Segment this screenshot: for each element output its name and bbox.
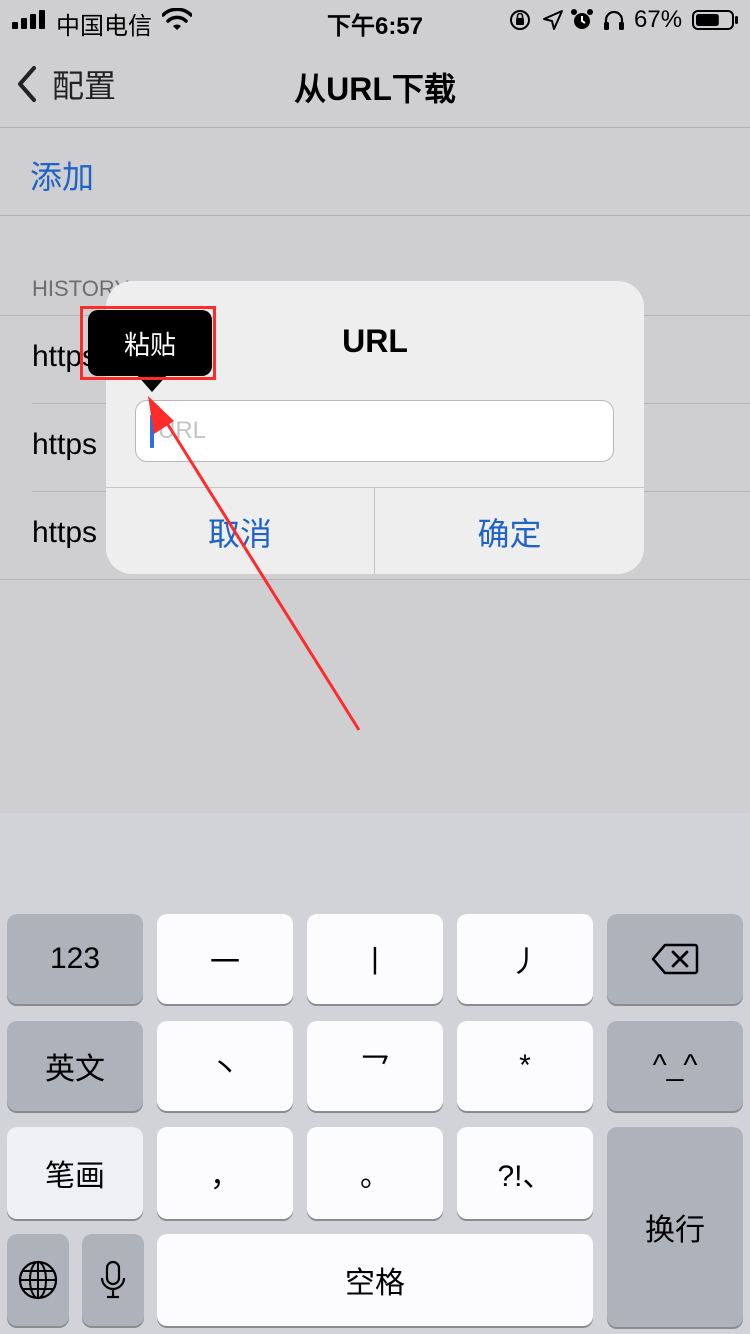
url-input[interactable] — [158, 411, 598, 451]
key-delete[interactable] — [607, 914, 743, 1004]
battery-percent: 67% — [634, 6, 683, 33]
add-label: 添加 — [30, 159, 95, 195]
alarm-icon — [571, 9, 593, 29]
page-title: 从URL下载 — [294, 71, 456, 107]
key-globe[interactable] — [7, 1234, 69, 1326]
history-item-label: https — [32, 516, 98, 549]
cancel-button[interactable]: 取消 — [106, 488, 375, 574]
text-cursor — [150, 415, 154, 448]
history-item-label: https — [32, 428, 98, 461]
battery-icon — [692, 10, 738, 30]
alert-button-row: 取消 确定 — [106, 487, 644, 574]
key-stroke-dot[interactable]: 丶 — [157, 1021, 293, 1111]
space-key[interactable]: 空格 — [157, 1234, 593, 1326]
key-stroke-left-falling[interactable]: 丿 — [457, 914, 593, 1004]
key-emoticon[interactable]: ^_^ — [607, 1021, 743, 1111]
add-row[interactable]: 添加 — [0, 128, 750, 216]
headphones-icon — [604, 10, 624, 30]
annotation-highlight-box — [80, 306, 216, 380]
key-stroke-horizontal[interactable]: 一 — [157, 914, 293, 1004]
navigation-bar: 配置 从URL下载 — [0, 42, 750, 128]
status-icons — [508, 8, 628, 32]
orientation-lock-icon — [510, 10, 530, 30]
key-stroke-vertical[interactable]: 丨 — [307, 914, 443, 1004]
return-key[interactable]: 换行 — [607, 1127, 743, 1327]
delete-icon — [651, 943, 699, 975]
key-punctuation[interactable]: ?!、 — [457, 1127, 593, 1219]
microphone-icon — [100, 1260, 126, 1299]
key-dictation[interactable] — [82, 1234, 144, 1326]
key-asterisk[interactable]: * — [457, 1021, 593, 1111]
key-stroke-mode[interactable]: 笔画 — [7, 1127, 143, 1219]
confirm-button[interactable]: 确定 — [375, 488, 644, 574]
status-bar: 中国电信 下午6:57 67% — [0, 0, 750, 42]
keyboard: 123 一 丨 丿 英文 丶 乛 * ^_^ 笔画 ， 。 ?!、 换行 空格 — [0, 813, 750, 1334]
key-123[interactable]: 123 — [7, 914, 143, 1004]
url-input-field[interactable] — [135, 400, 614, 462]
key-comma[interactable]: ， — [157, 1127, 293, 1219]
key-english[interactable]: 英文 — [7, 1021, 143, 1111]
globe-icon — [18, 1260, 58, 1300]
key-period[interactable]: 。 — [307, 1127, 443, 1219]
key-stroke-turning[interactable]: 乛 — [307, 1021, 443, 1111]
location-icon — [543, 10, 563, 30]
